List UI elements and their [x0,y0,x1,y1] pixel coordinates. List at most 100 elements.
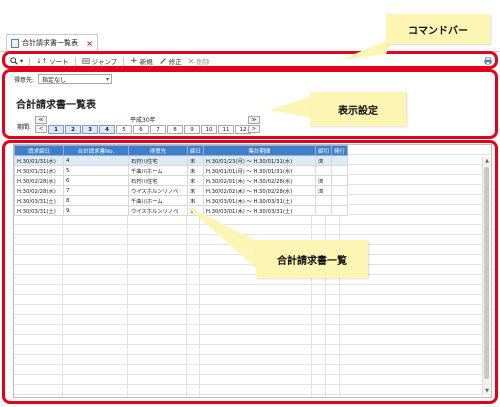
table-cell: H.30/03/01(木) ～ H.30/03/31(土) [203,205,317,216]
pencil-icon [159,58,166,64]
table-cell: 4 [63,155,129,166]
delete-button[interactable]: ✕ 削除 [187,56,210,67]
table-cell [331,195,349,206]
column-header[interactable]: 集計期間 [203,145,317,156]
new-label: 新規 [139,58,153,66]
table-row[interactable]: H.30/01/31(水) 4 石狩川住宅末 H.30/01/23(月) ～ H.30… [14,155,349,166]
column-header[interactable]: 締切 [315,145,333,156]
month-button[interactable]: 4 [99,125,115,134]
next-month-button[interactable]: > [248,125,260,133]
table-cell: 済 [315,185,333,196]
chevron-down-icon: ▾ [20,57,24,65]
tab-divider [0,51,500,52]
month-button[interactable]: 5 [116,125,132,134]
table-row[interactable]: H.30/03/31(土) 8 千曲川ホーム末 H.30/03/01(木) ～ H.3… [14,195,349,206]
invoice-table: 請求締日 合計請求書No. 得意先 締日 集計期間 締切 発行 H.30/01/31(水) 4… [14,145,349,216]
scroll-up-icon[interactable]: ▲ [483,157,491,165]
table-cell [331,205,349,216]
scroll-down-icon[interactable]: ▼ [483,387,491,395]
month-button[interactable]: 2 [65,125,81,134]
new-button[interactable]: + 新規 [130,56,153,67]
customer-filter-label: 得意先: [14,76,35,84]
table-cell: H.30/02/02(木) ～ H.30/02/28(水) [203,185,317,196]
sort-button[interactable]: ↓↑ ソート [36,56,68,66]
next-year-button[interactable]: ≫ [248,116,260,124]
table-cell: H.30/02/28(水) [14,185,64,196]
table-cell: H.30/02/01(木) ～ H.30/02/28(水) [203,175,317,186]
toolbar-separator [123,56,125,66]
column-header[interactable]: 合計請求書No. [63,145,129,156]
sort-label: ソート [49,58,69,66]
customer-select[interactable]: 指定なし ▾ [38,74,113,84]
table-row[interactable]: H.30/03/31(土) 9 ウイスホルンリノベ末 H.30/03/01(木) ～ … [14,205,349,216]
page-title: 合計請求書一覧表 [16,100,96,111]
table-cell: 石狩川住宅 [128,155,188,166]
table-cell: H.30/01/31(水) [14,155,64,166]
month-button[interactable]: 7 [150,125,166,134]
table-cell: 6 [63,175,129,186]
month-button[interactable]: 8 [167,125,183,134]
search-button[interactable]: ▾ [10,57,23,65]
toolbar-separator [29,56,31,66]
print-button[interactable] [484,57,492,65]
month-button[interactable]: 1 [48,125,64,134]
vertical-scrollbar[interactable]: ▲ ▼ [482,157,490,395]
scroll-thumb[interactable] [484,167,489,379]
period-label: 期間: [17,124,32,131]
table-cell: 7 [63,185,129,196]
table-cell: H.30/02/28(水) [14,175,64,186]
month-button[interactable]: 10 [201,125,217,134]
month-button[interactable]: 3 [82,125,98,134]
edit-button[interactable]: 修正 [159,56,182,66]
jump-label: ジャンプ [91,58,118,66]
table-cell: 9 [63,205,129,216]
toolbar-separator [74,56,76,66]
jump-button[interactable]: ジャンプ [82,56,117,66]
table-cell: H.30/01/31(水) [14,165,64,176]
month-button[interactable]: 9 [184,125,200,134]
month-button[interactable]: 6 [133,125,149,134]
table-row[interactable]: H.30/01/31(水) 5 千曲川ホーム末 H.30/01/01(月) ～ H.3… [14,165,349,176]
jump-icon [82,58,90,64]
command-bar: ▾ ↓↑ ソート ジャンプ + 新規 修正 ✕ 削除 [4,54,496,68]
plus-icon: + [130,56,138,66]
column-header[interactable]: 発行 [331,145,349,156]
table-cell: 末 [186,155,205,166]
delete-icon: ✕ [187,56,195,66]
invoice-list-callout: 合計請求書一覧 [256,240,368,278]
column-header[interactable]: 請求締日 [14,145,64,156]
table-cell [331,175,349,186]
table-cell: 末 [186,175,205,186]
table-row[interactable]: H.30/02/28(水) 6 石狩川住宅末 H.30/02/01(木) ～ H.30… [14,175,349,186]
prev-month-button[interactable]: < [35,125,47,133]
column-header[interactable]: 締日 [186,145,205,156]
table-cell: 千曲川ホーム [128,165,188,176]
table-cell: ウイスホルンリノベ [128,205,188,216]
edit-label: 修正 [168,58,182,66]
table-cell: H.30/01/01(月) ～ H.30/01/31(水) [203,165,317,176]
prev-year-button[interactable]: ≪ [35,116,47,124]
customer-select-value: 指定なし [42,76,67,84]
month-button[interactable]: 11 [218,125,234,134]
command-bar-callout: コマンドバー [386,14,490,44]
settings-divider [8,70,492,71]
printer-icon [484,57,492,65]
table-cell [331,165,349,176]
table-row[interactable]: H.30/02/28(水) 7 ウイスホルンリノベ末 H.30/02/02(木) ～ … [14,185,349,196]
document-icon [11,38,19,48]
chevron-down-icon: ▾ [106,76,110,83]
table-cell: 8 [63,195,129,206]
invoice-grid[interactable]: 請求締日 合計請求書No. 得意先 締日 集計期間 締切 発行 H.30/01/31(水) 4… [13,144,492,398]
close-icon[interactable]: × [86,39,93,48]
table-cell: 千曲川ホーム [128,195,188,206]
customer-filter: 得意先: 指定なし ▾ [14,74,113,84]
table-cell: 末 [186,195,205,206]
table-cell: ウイスホルンリノベ [128,185,188,196]
document-tab[interactable]: 合計請求書一覧表 × [6,34,98,51]
table-cell: 末 [186,165,205,176]
table-cell: H.30/03/31(土) [14,195,64,206]
table-cell [315,165,333,176]
column-header[interactable]: 得意先 [128,145,188,156]
table-cell: H.30/03/31(土) [14,205,64,216]
display-settings-callout: 表示設定 [310,92,406,126]
